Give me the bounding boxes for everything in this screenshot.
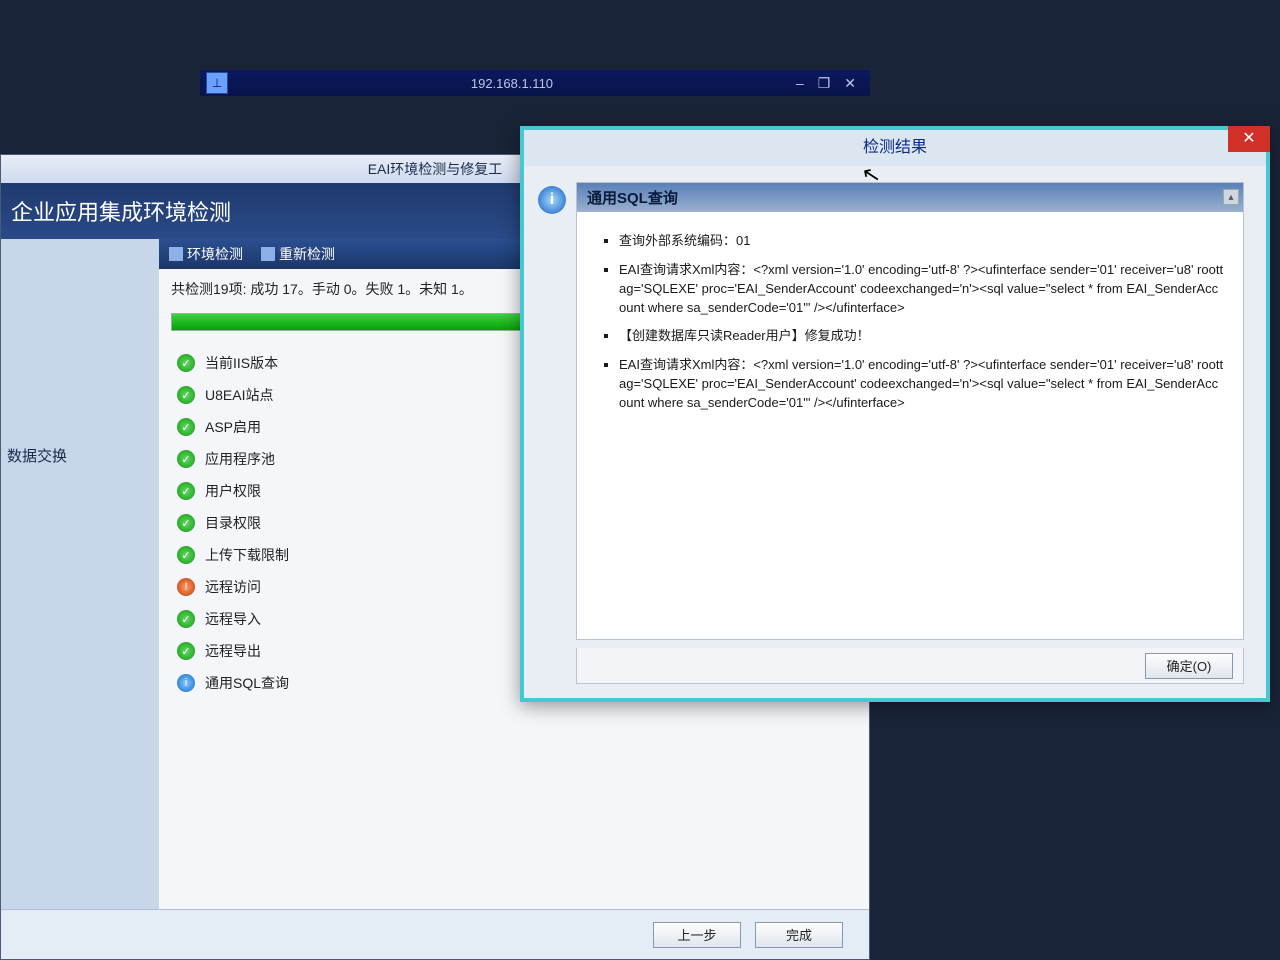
info-icon: i [538,186,566,214]
result-item: EAI查询请求Xml内容：<?xml version='1.0' encodin… [619,356,1225,413]
prev-button[interactable]: 上一步 [653,922,741,948]
check-ok-icon: ✓ [177,546,195,564]
env-check-button[interactable]: 环境检测 [169,244,243,264]
check-ok-icon: ✓ [177,482,195,500]
check-ok-icon: ✓ [177,514,195,532]
restore-button[interactable]: ❐ [818,75,831,92]
dialog-scrollbar[interactable]: ▴ [1223,189,1239,633]
env-check-label: 环境检测 [187,244,243,264]
recheck-label: 重新检测 [279,244,335,264]
dialog-close-button[interactable]: ✕ [1228,126,1270,152]
dialog-body: 通用SQL查询 查询外部系统编码：01 EAI查询请求Xml内容：<?xml ve… [576,182,1244,640]
check-info-icon: i [177,674,195,692]
rdp-address: 192.168.1.110 [228,76,796,91]
close-button[interactable]: ✕ [844,75,856,92]
pin-icon[interactable]: ⊥ [206,72,228,94]
sidebar: 数据交换 [1,239,159,909]
dialog-content: 查询外部系统编码：01 EAI查询请求Xml内容：<?xml version='1… [577,212,1243,433]
result-item: 查询外部系统编码：01 [619,232,1225,251]
result-item: EAI查询请求Xml内容：<?xml version='1.0' encodin… [619,261,1225,318]
check-ok-icon: ✓ [177,418,195,436]
recheck-button[interactable]: 重新检测 [261,244,335,264]
check-ok-icon: ✓ [177,610,195,628]
check-ok-icon: ✓ [177,642,195,660]
monitor-icon [169,247,183,261]
dialog-title: 检测结果 [524,130,1266,166]
result-item: 【创建数据库只读Reader用户】修复成功！ [619,327,1225,346]
check-ok-icon: ✓ [177,386,195,404]
check-fail-icon: ! [177,578,195,596]
ok-button[interactable]: 确定(O) [1145,653,1233,679]
check-ok-icon: ✓ [177,354,195,372]
check-ok-icon: ✓ [177,450,195,468]
scroll-up-icon[interactable]: ▴ [1223,189,1239,205]
result-dialog: 检测结果 ✕ i 通用SQL查询 查询外部系统编码：01 EAI查询请求Xml内容… [520,126,1270,702]
sidebar-item-exchange[interactable]: 数据交换 [1,439,159,472]
dialog-heading: 通用SQL查询 [577,183,1243,212]
finish-button[interactable]: 完成 [755,922,843,948]
wizard-footer: 上一步 完成 [1,909,869,959]
refresh-icon [261,247,275,261]
rdp-connection-bar: ⊥ 192.168.1.110 – ❐ ✕ [200,70,870,96]
dialog-footer: 确定(O) [576,648,1244,684]
minimize-button[interactable]: – [796,75,804,92]
